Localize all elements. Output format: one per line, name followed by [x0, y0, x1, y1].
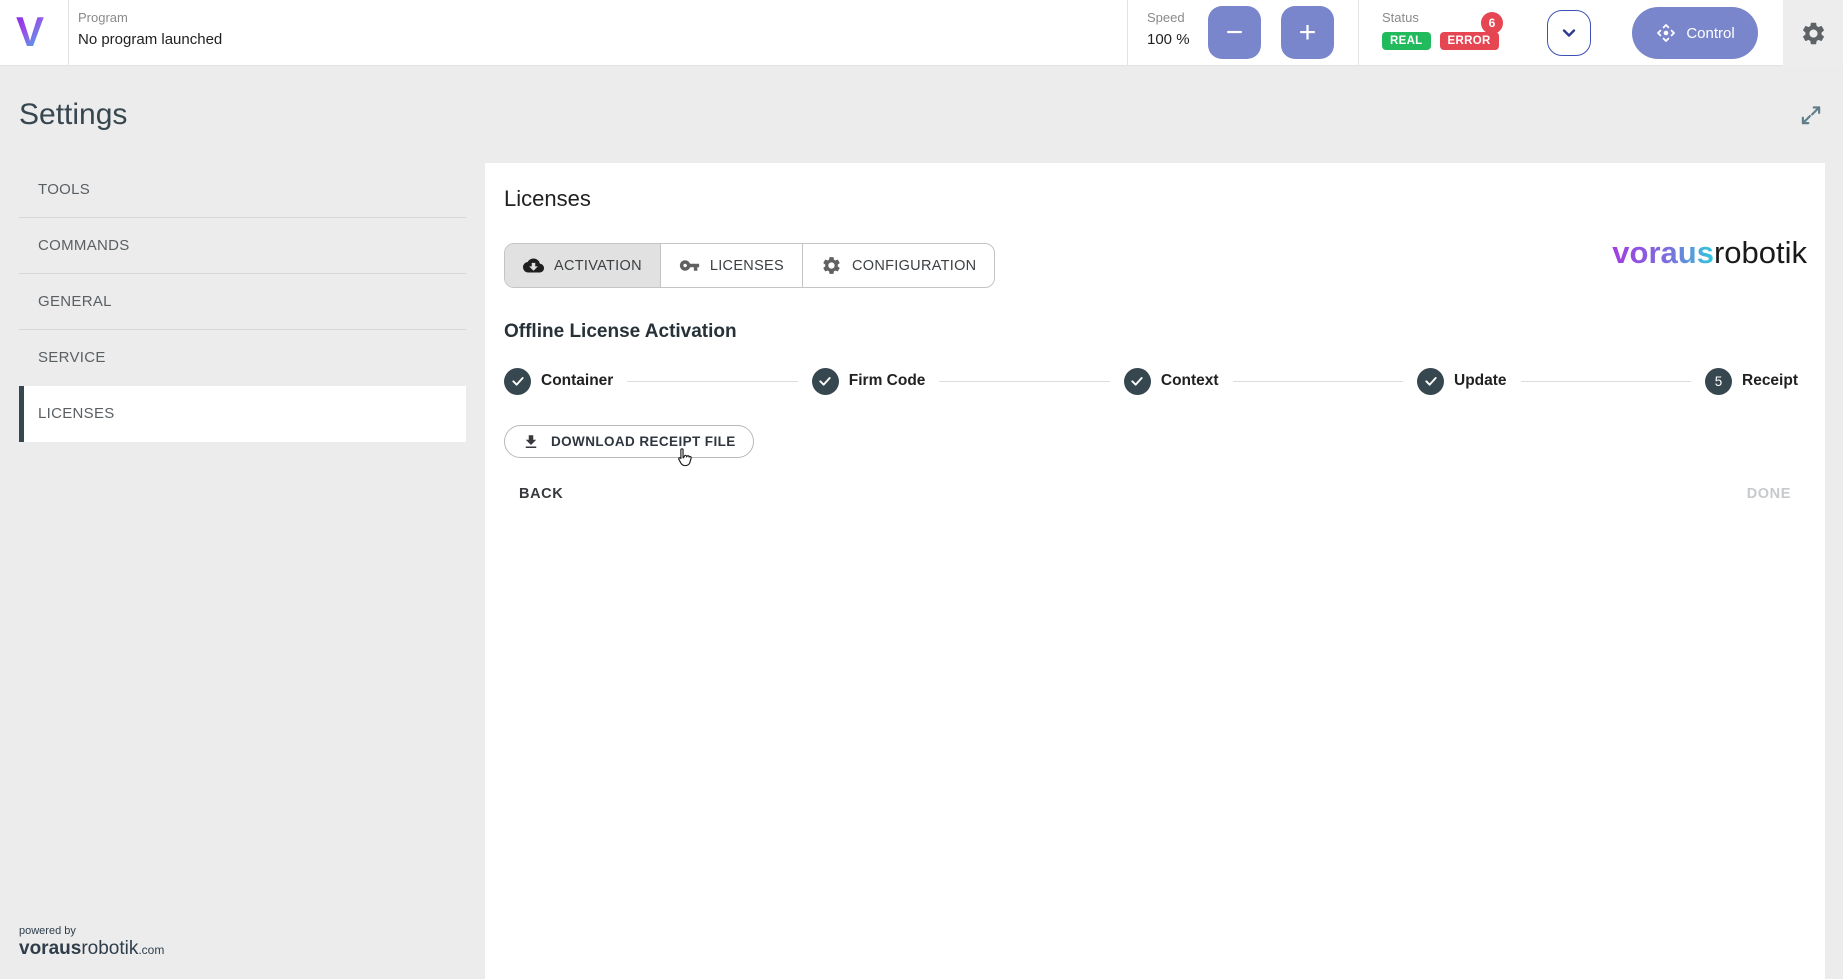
top-bar: V Program No program launched Speed 100 … — [0, 0, 1843, 66]
step-label: Firm Code — [848, 372, 926, 389]
tab-configuration-label: CONFIGURATION — [851, 257, 977, 274]
sidebar-item-commands[interactable]: COMMANDS — [19, 218, 466, 274]
footer-brand-robotik: robotik — [81, 938, 139, 959]
sidebar-item-service[interactable]: SERVICE — [19, 330, 466, 386]
speed-decrease-button[interactable]: − — [1208, 6, 1261, 59]
status-expand-button[interactable] — [1547, 10, 1591, 56]
step-circle-completed — [1417, 367, 1445, 395]
tab-licenses[interactable]: LICENSES — [661, 244, 803, 287]
step-label: Update — [1454, 372, 1507, 389]
gear-icon[interactable] — [1800, 20, 1827, 47]
sidebar-item-licenses[interactable]: LICENSES — [19, 386, 466, 442]
step-label: Context — [1160, 372, 1219, 389]
step-receipt: 5 Receipt — [1705, 367, 1798, 395]
panel-title: Licenses — [504, 186, 591, 211]
done-button-disabled[interactable]: DONE — [1747, 486, 1791, 502]
topbar-corner — [1783, 0, 1843, 66]
status-badge-error: ERROR — [1439, 32, 1499, 50]
footer-brand-voraus: voraus — [19, 938, 82, 959]
tab-licenses-label: LICENSES — [709, 257, 784, 274]
divider — [68, 0, 69, 66]
expand-icon — [1801, 106, 1821, 125]
status-badge-real: REAL — [1382, 32, 1431, 50]
back-button[interactable]: BACK — [519, 486, 563, 502]
speed-value: 100 % — [1147, 31, 1190, 48]
minus-icon: − — [1225, 15, 1244, 49]
step-circle-completed — [504, 367, 531, 395]
brand-voraus: voraus — [1612, 235, 1714, 270]
check-icon — [1424, 377, 1437, 386]
step-circle-active: 5 — [1705, 367, 1732, 395]
license-tabs: ACTIVATION LICENSES CONFIGURATION — [504, 243, 996, 288]
page-title: Settings — [19, 98, 128, 131]
fullscreen-expand-button[interactable] — [1798, 102, 1824, 128]
footer-brand-domain: .com — [138, 943, 165, 957]
program-status-block: Program No program launched — [78, 9, 222, 51]
activation-stepper: Container Firm Code Context Update 5 Rec… — [504, 366, 1798, 396]
plus-icon: + — [1298, 15, 1317, 49]
tab-configuration[interactable]: CONFIGURATION — [803, 244, 994, 287]
step-update: Update — [1417, 367, 1507, 395]
step-number: 5 — [1714, 373, 1723, 389]
stepper-nav-row: BACK DONE — [519, 483, 1791, 505]
voraus-robotik-logo: vorausrobotik — [1612, 235, 1807, 271]
brand-robotik: robotik — [1713, 235, 1807, 270]
key-icon — [679, 260, 699, 271]
cloud-download-icon — [523, 258, 544, 273]
sidebar-item-tools[interactable]: TOOLS — [19, 162, 466, 218]
download-receipt-label: DOWNLOAD RECEIPT FILE — [551, 434, 736, 449]
gear-icon — [823, 257, 840, 274]
step-connector — [939, 380, 1110, 382]
divider — [1127, 0, 1128, 66]
step-context: Context — [1123, 367, 1219, 395]
status-block: Status REAL ERROR — [1382, 9, 1499, 50]
control-button-label: Control — [1686, 24, 1735, 42]
control-button[interactable]: Control — [1632, 7, 1758, 59]
step-circle-completed — [1123, 367, 1151, 395]
section-title: Offline License Activation — [504, 321, 737, 342]
step-container: Container — [504, 367, 614, 395]
step-circle-completed — [811, 367, 839, 395]
check-icon — [1131, 377, 1143, 386]
powered-by-text: powered by — [19, 925, 76, 937]
step-connector — [627, 380, 798, 382]
chevron-down-icon — [1562, 29, 1576, 37]
step-firm-code: Firm Code — [811, 367, 926, 395]
speed-label: Speed — [1147, 10, 1185, 25]
step-connector — [1232, 380, 1404, 382]
check-icon — [511, 377, 524, 386]
powered-by-footer: powered by vorausrobotik.com — [19, 925, 164, 961]
check-icon — [819, 377, 831, 386]
program-value: No program launched — [78, 31, 223, 48]
settings-sidebar: TOOLS COMMANDS GENERAL SERVICE LICENSES — [19, 162, 466, 442]
step-label: Container — [541, 372, 614, 389]
divider — [1358, 0, 1359, 66]
step-label: Receipt — [1742, 372, 1798, 389]
program-label: Program — [78, 10, 128, 25]
tab-activation[interactable]: ACTIVATION — [505, 244, 661, 287]
voraus-logo: V — [16, 8, 45, 55]
tab-activation-label: ACTIVATION — [554, 257, 642, 274]
speed-block: Speed 100 % — [1147, 9, 1190, 51]
download-icon — [525, 434, 537, 448]
sidebar-item-general[interactable]: GENERAL — [19, 274, 466, 330]
download-receipt-button[interactable]: DOWNLOAD RECEIPT FILE — [504, 425, 754, 458]
step-connector — [1520, 380, 1691, 382]
footer-brand-logo: vorausrobotik.com — [19, 938, 164, 961]
error-count-badge: 6 — [1481, 12, 1503, 34]
control-icon — [1657, 24, 1676, 42]
licenses-panel: Licenses vorausrobotik ACTIVATION LICENS… — [485, 163, 1825, 979]
speed-increase-button[interactable]: + — [1281, 6, 1334, 59]
status-badges: REAL ERROR — [1382, 32, 1499, 50]
